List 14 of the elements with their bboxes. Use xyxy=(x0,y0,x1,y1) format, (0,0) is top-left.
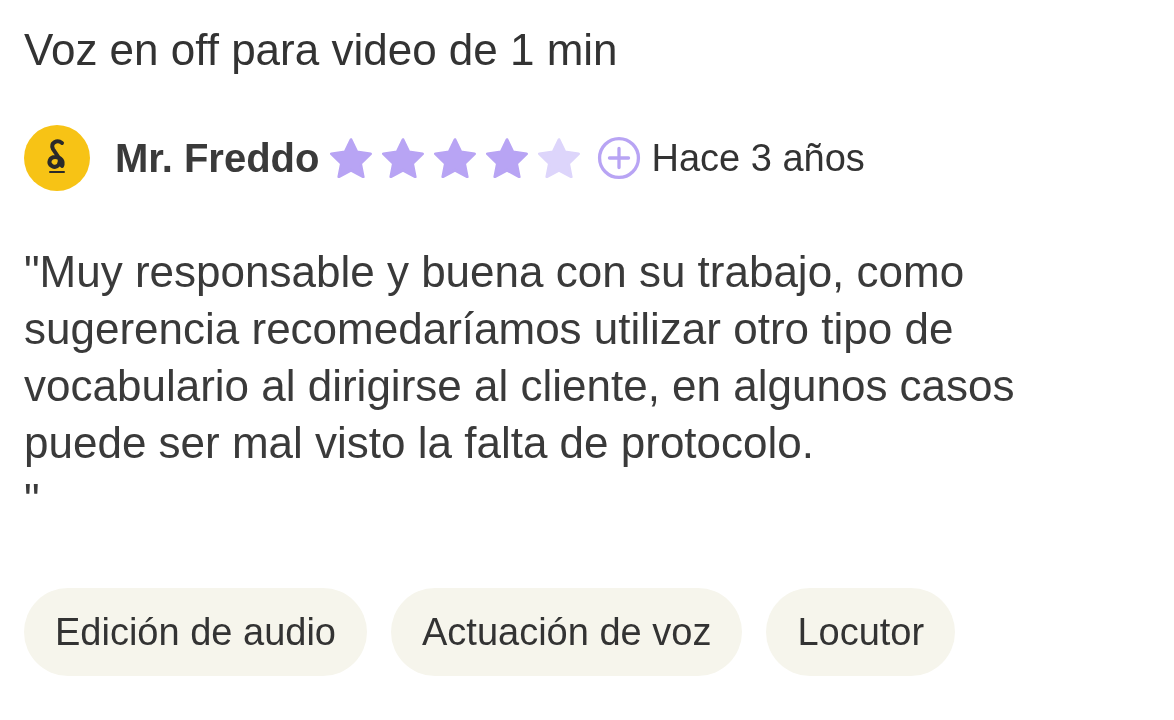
star-filled-icon xyxy=(485,138,530,178)
review-text: "Muy responsable y buena con su trabajo, como sugerencia recomedaríamos utilizar otro tipo de vocabulario al dirigirse al cliente, en algunos casos puede ser mal visto la falta de protocolo. " xyxy=(24,246,1016,526)
skill-tag: Actuación de voz xyxy=(391,588,743,676)
review-title: Voz en off para video de 1 min xyxy=(24,24,618,76)
star-filled-icon xyxy=(329,138,374,178)
star-filled-icon xyxy=(433,138,478,178)
skill-tag: Edición de audio xyxy=(24,588,367,676)
avatar-icon xyxy=(24,125,90,191)
star-filled-icon xyxy=(381,138,426,178)
plus-circle-icon[interactable] xyxy=(597,136,642,180)
author-name: Mr. Freddo xyxy=(115,138,320,178)
review-time: Hace 3 años xyxy=(651,139,865,177)
skill-tag: Locutor xyxy=(766,588,956,676)
star-empty-icon xyxy=(537,138,582,178)
